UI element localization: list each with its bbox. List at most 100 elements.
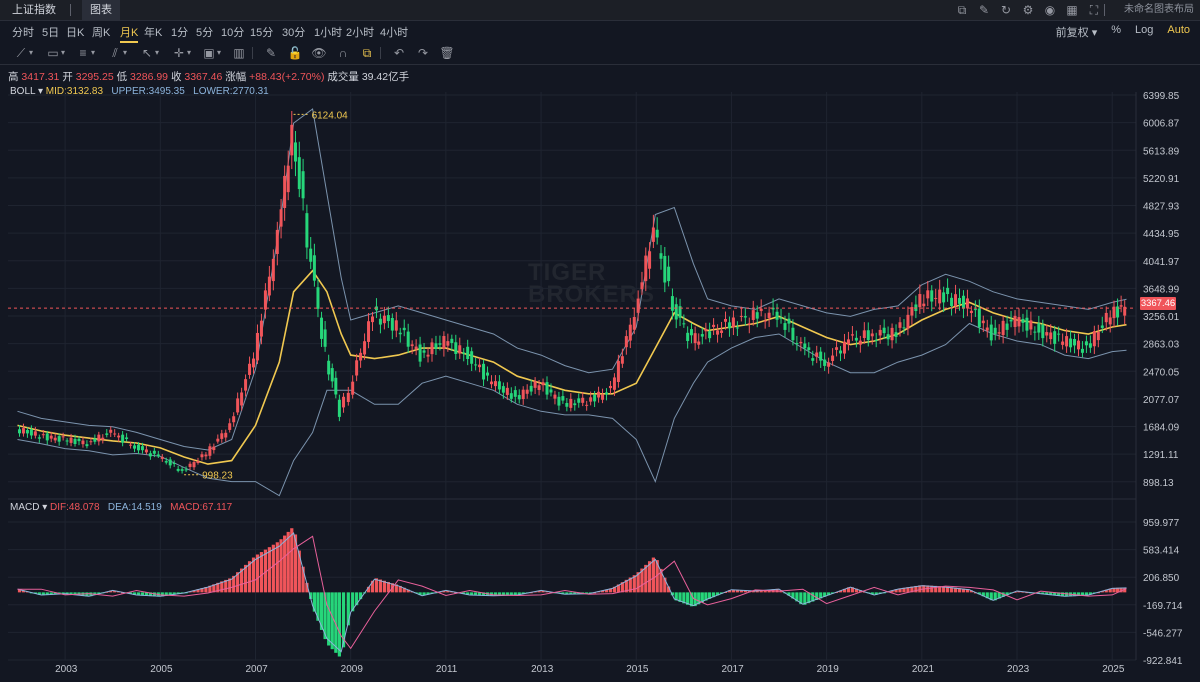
macd-bar [297,550,301,593]
x-tick-label: 2021 [912,664,935,675]
candle-body [255,332,259,361]
candle-body [192,462,196,468]
candle-body [61,436,65,438]
price-tick-label: 2077.07 [1143,395,1180,406]
macd-bar [330,592,334,650]
candle-body [693,333,697,344]
candle-body [697,341,701,345]
candle-body [799,341,803,344]
candle-body [938,289,942,304]
candle-body [1119,305,1123,307]
candle-body [1017,317,1021,327]
candle-body [1108,317,1112,325]
candle-body [767,312,771,319]
candle-body [160,456,164,459]
candle-body [878,329,882,336]
candle-body [81,440,85,445]
price-tick-label: 5220.91 [1143,174,1180,185]
candle-body [125,437,129,439]
candle-body [977,308,981,328]
candle-body [674,304,678,320]
candle-body [259,320,263,337]
candle-body [109,429,113,433]
candle-body [49,435,53,439]
candle-body [367,321,371,342]
macd-bar [290,528,294,593]
price-tick-label: 5613.89 [1143,146,1180,157]
candle-body [854,337,858,341]
candle-body [803,343,807,349]
x-tick-label: 2007 [245,664,268,675]
candle-body [263,290,267,310]
candle-body [450,338,454,343]
macd-tick-label: -546.277 [1143,628,1183,639]
candle-body [164,461,168,463]
macd-tick-label: -922.841 [1143,656,1183,667]
candle-body [89,441,93,443]
candle-body [533,381,537,388]
candle-body [716,330,720,335]
candle-body [743,316,747,318]
price-chart[interactable]: 6399.85 6006.87 5613.89 5220.91 4827.93 4434.… [0,0,1200,682]
candle-body [442,336,446,349]
price-tick-label: 1291.11 [1143,450,1179,461]
candle-body [517,395,521,400]
candle-body [1013,315,1017,327]
candle-body [513,390,517,397]
low-marker-label: 998.23 [202,471,233,482]
x-tick-label: 2009 [341,664,364,675]
candle-body [337,399,341,417]
candle-body [351,381,355,395]
candle-body [670,296,674,311]
candle-body [807,347,811,351]
candle-body [422,350,426,353]
candle-body [525,389,529,394]
candle-body [898,322,902,328]
candle-body [529,385,533,392]
macd-bar [271,544,275,593]
candle-body [577,398,581,403]
candle-body [101,437,105,440]
candle-body [180,469,184,471]
candle-body [700,334,704,337]
macd-bar [251,557,256,593]
candle-body [589,397,593,402]
candle-body [1005,323,1009,330]
candle-body [739,315,743,317]
chevron-down-icon[interactable]: ▾ [42,502,47,513]
macd-dif: DIF:48.078 [50,502,100,513]
candle-body [144,449,148,453]
candle-body [946,287,950,295]
candle-body [581,397,585,403]
candle-body [478,364,482,368]
candle-body [320,317,324,339]
candle-body [608,385,612,389]
candle-body [133,445,137,449]
candle-body [117,435,121,438]
candle-body [870,333,874,337]
candle-body [1061,341,1065,345]
candle-body [727,322,731,329]
candle-body [720,330,724,333]
price-tick-label: 4041.97 [1143,257,1180,268]
macd-legend[interactable]: MACD ▾ DIF:48.078 DEA:14.519 MACD:67.117 [10,502,232,513]
candle-body [398,332,402,335]
candle-body [1069,338,1073,348]
candle-body [557,396,561,406]
price-tick-label: 4434.95 [1143,229,1180,240]
candle-body [283,175,287,208]
macd-tick-label: 583.414 [1143,546,1180,557]
candle-body [458,345,462,354]
candle-body [1100,325,1104,328]
candle-body [279,209,283,227]
candle-body [839,350,843,354]
candle-body [378,318,382,325]
candle-body [874,339,878,341]
candle-body [156,454,160,457]
candle-body [985,327,989,331]
candle-body [846,339,850,345]
candle-body [240,392,244,406]
candle-body [636,298,640,313]
candle-body [549,389,553,393]
candle-body [505,387,509,395]
